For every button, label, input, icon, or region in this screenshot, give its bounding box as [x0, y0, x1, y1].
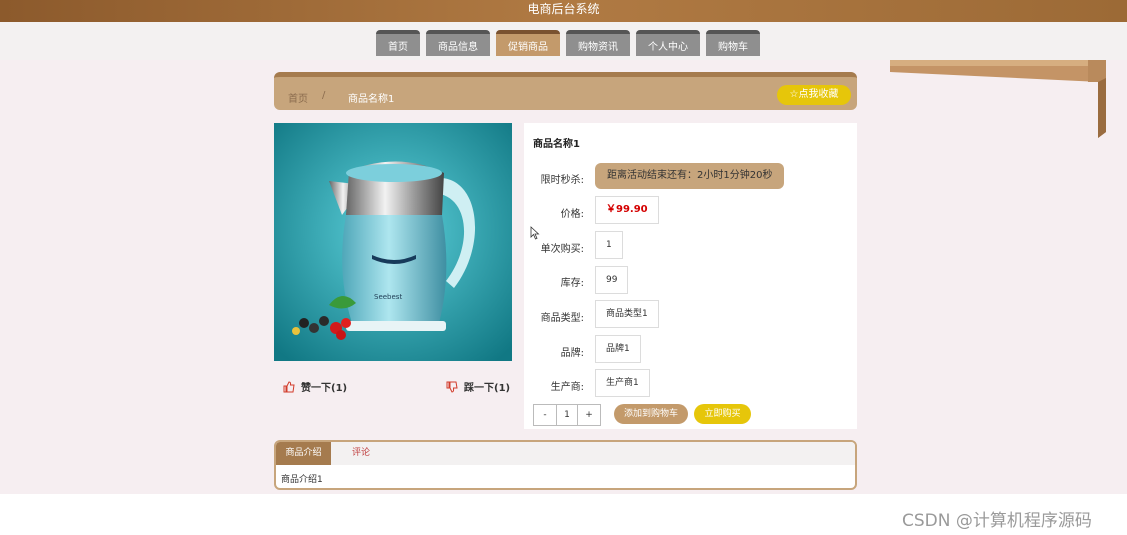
top-header-bar: 电商后台系统 [0, 0, 1127, 22]
nav-item-promotions[interactable]: 促销商品 [496, 30, 560, 56]
nav-item-news[interactable]: 购物资讯 [566, 30, 630, 56]
nav-item-profile[interactable]: 个人中心 [636, 30, 700, 56]
nav-item-cart[interactable]: 购物车 [706, 30, 760, 56]
min-purchase-value: 1 [595, 231, 623, 259]
flash-sale-label: 限时秒杀: [540, 175, 584, 186]
manufacturer-value: 生产商1 [595, 369, 650, 397]
product-tabs: 商品介绍 评论 商品介绍1 [274, 440, 857, 490]
kettle-brand-text: Seebest [374, 293, 402, 301]
dislike-label: 踩一下(1) [464, 383, 511, 394]
add-to-cart-button[interactable]: 添加到购物车 [614, 404, 688, 424]
site-title: 电商后台系统 [527, 2, 600, 16]
quantity-input[interactable]: 1 [556, 405, 578, 425]
breadcrumb: 首页 / 商品名称1 ☆点我收藏 [274, 72, 857, 110]
manufacturer-label: 生产商: [550, 382, 584, 393]
price-field: ￥99.90 [595, 196, 659, 224]
breadcrumb-separator: / [322, 90, 326, 101]
tab-intro[interactable]: 商品介绍 [276, 442, 331, 465]
like-button[interactable]: 赞一下(1) [283, 379, 347, 394]
tab-content: 商品介绍1 [281, 475, 323, 485]
dislike-button[interactable]: 踩一下(1) [446, 379, 510, 394]
favorite-button[interactable]: ☆点我收藏 [777, 85, 851, 105]
brand-label: 品牌: [560, 348, 584, 359]
product-info-panel: 商品名称1 限时秒杀: 距离活动结束还有：2小时1分钟20秒 价格: ￥99.9… [524, 123, 857, 429]
tab-header: 商品介绍 评论 [276, 442, 855, 465]
price-label: 价格: [560, 209, 584, 220]
product-name: 商品名称1 [533, 139, 580, 150]
category-label: 商品类型: [540, 313, 584, 324]
nav-item-products[interactable]: 商品信息 [426, 30, 490, 56]
brand-value: 品牌1 [595, 335, 641, 363]
stock-label: 库存: [560, 278, 584, 289]
flash-sale-countdown: 距离活动结束还有：2小时1分钟20秒 [595, 163, 785, 189]
main-nav: 首页 商品信息 促销商品 购物资讯 个人中心 购物车 [376, 30, 760, 56]
breadcrumb-home[interactable]: 首页 [288, 90, 308, 105]
watermark-text: CSDN @计算机程序源码 [902, 511, 1092, 531]
like-label: 赞一下(1) [301, 383, 348, 394]
thumbs-down-icon [446, 381, 458, 393]
increment-button[interactable]: + [578, 405, 600, 425]
nav-item-home[interactable]: 首页 [376, 30, 420, 56]
min-purchase-label: 单次购买: [540, 244, 584, 255]
product-image: Seebest [274, 123, 512, 361]
thumbs-up-icon [283, 380, 295, 392]
decorative-frame-graphic [890, 60, 1106, 138]
nav-bar: 首页 商品信息 促销商品 购物资讯 个人中心 购物车 [0, 22, 1127, 60]
quantity-stepper: - 1 + [533, 404, 601, 426]
stock-value: 99 [595, 266, 629, 294]
tab-comments[interactable]: 评论 [346, 442, 376, 465]
category-value: 商品类型1 [595, 300, 659, 328]
breadcrumb-current: 商品名称1 [348, 94, 395, 105]
decrement-button[interactable]: - [534, 405, 556, 425]
buy-now-button[interactable]: 立即购买 [694, 404, 751, 424]
mouse-pointer-icon [530, 226, 540, 240]
price-value: ￥99.90 [606, 204, 648, 215]
kettle-illustration: Seebest [274, 123, 512, 361]
